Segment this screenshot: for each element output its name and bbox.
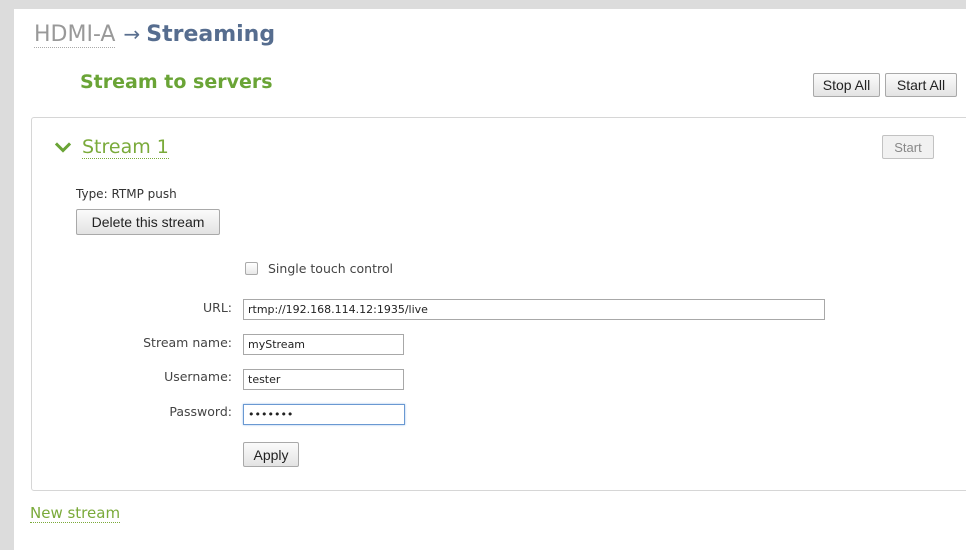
type-value: RTMP push xyxy=(111,187,177,201)
streaming-page: HDMI-A → Streaming Stream to servers Stop … xyxy=(14,9,966,550)
breadcrumb-hdmi-a[interactable]: HDMI-A xyxy=(34,22,116,48)
type-label: Type: xyxy=(76,187,108,201)
chevron-down-icon[interactable] xyxy=(54,139,72,157)
page-title: HDMI-A → Streaming xyxy=(34,20,275,49)
stream-header[interactable]: Stream 1 xyxy=(54,136,169,159)
url-label: URL: xyxy=(202,300,232,315)
start-button[interactable]: Start xyxy=(882,135,934,159)
stop-all-button[interactable]: Stop All xyxy=(813,73,880,97)
start-all-button[interactable]: Start All xyxy=(885,73,957,97)
stream-name-input[interactable] xyxy=(243,334,404,355)
stream-panel: Stream 1 Start Type: RTMP push Delete th… xyxy=(31,117,966,491)
single-touch-checkbox[interactable] xyxy=(245,262,258,275)
single-touch-control[interactable]: Single touch control xyxy=(245,261,393,276)
stream-name-label: Stream name: xyxy=(143,335,232,350)
delete-stream-button[interactable]: Delete this stream xyxy=(76,209,220,235)
new-stream-link[interactable]: New stream xyxy=(30,504,121,523)
username-input[interactable] xyxy=(243,369,404,390)
username-label: Username: xyxy=(164,369,232,384)
stream-type: Type: RTMP push xyxy=(76,187,177,201)
stream-title[interactable]: Stream 1 xyxy=(82,136,169,159)
password-label: Password: xyxy=(169,404,232,419)
password-input[interactable] xyxy=(243,404,405,425)
section-heading: Stream to servers xyxy=(80,71,273,93)
breadcrumb-arrow-icon: → xyxy=(123,22,141,46)
apply-button[interactable]: Apply xyxy=(243,442,299,467)
breadcrumb-current: Streaming xyxy=(146,22,276,47)
single-touch-label: Single touch control xyxy=(268,261,393,276)
left-border xyxy=(0,0,14,550)
url-input[interactable] xyxy=(243,299,825,320)
top-border xyxy=(0,0,966,9)
